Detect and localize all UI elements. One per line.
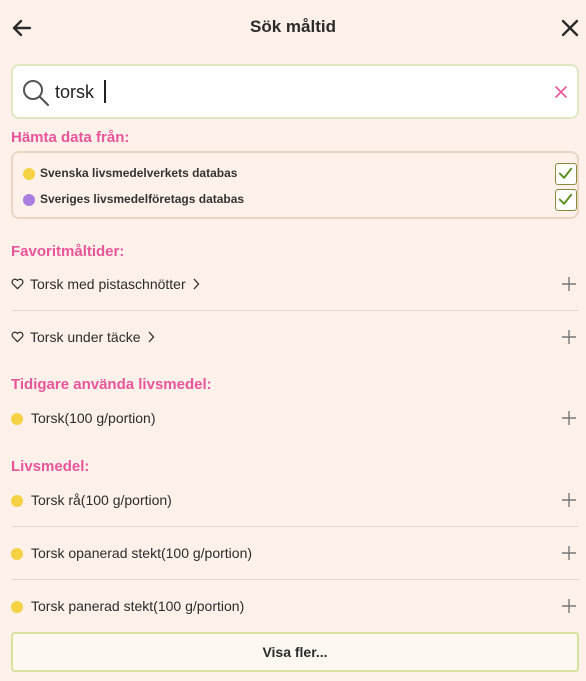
header: Sök måltid bbox=[0, 0, 586, 56]
yellow-dot-icon bbox=[11, 601, 23, 613]
page-title: Sök måltid bbox=[250, 17, 336, 36]
add-plus-icon[interactable] bbox=[562, 411, 576, 425]
show-more-button[interactable]: Visa fler... bbox=[11, 632, 579, 672]
yellow-dot-icon bbox=[11, 413, 23, 425]
recent-food-item[interactable]: Torsk(100 g/portion) bbox=[11, 393, 579, 445]
food-label[interactable]: Torsk opanerad stekt(100 g/portion) bbox=[31, 545, 252, 561]
favorite-label[interactable]: Torsk med pistaschnötter bbox=[30, 276, 200, 292]
search-input[interactable] bbox=[55, 76, 535, 108]
add-plus-icon[interactable] bbox=[562, 493, 576, 507]
purple-dot-icon bbox=[23, 194, 35, 206]
yellow-dot-icon bbox=[23, 168, 35, 180]
recent-food-label[interactable]: Torsk(100 g/portion) bbox=[31, 410, 156, 426]
source-checkbox-slv[interactable] bbox=[555, 163, 577, 185]
search-icon bbox=[23, 80, 50, 107]
search-bar bbox=[11, 64, 579, 119]
favorite-label-text: Torsk med pistaschnötter bbox=[30, 276, 186, 292]
food-item[interactable]: Torsk opanerad stekt(100 g/portion) bbox=[11, 528, 579, 580]
text-caret bbox=[104, 80, 106, 103]
heart-icon[interactable] bbox=[11, 278, 24, 290]
source-item-companies: Sveriges livsmedelföretags databas bbox=[23, 189, 577, 211]
close-icon[interactable] bbox=[558, 16, 582, 40]
source-item-slv: Svenska livsmedelverkets databas bbox=[23, 163, 577, 185]
chevron-right-icon bbox=[148, 331, 154, 343]
favorites-heading: Favoritmåltider: bbox=[11, 243, 125, 260]
favorite-item[interactable]: Torsk under täcke bbox=[11, 312, 579, 364]
food-label[interactable]: Torsk panerad stekt(100 g/portion) bbox=[31, 598, 244, 614]
sources-heading: Hämta data från: bbox=[11, 129, 130, 146]
food-label[interactable]: Torsk rå(100 g/portion) bbox=[31, 492, 172, 508]
clear-search-icon[interactable] bbox=[553, 84, 569, 100]
favorite-label[interactable]: Torsk under täcke bbox=[30, 329, 155, 345]
checkmark-icon bbox=[558, 193, 573, 205]
source-checkbox-companies[interactable] bbox=[555, 189, 577, 211]
add-plus-icon[interactable] bbox=[562, 330, 576, 344]
source-box: Svenska livsmedelverkets databas Sverige… bbox=[11, 151, 579, 219]
add-plus-icon[interactable] bbox=[562, 546, 576, 560]
food-item[interactable]: Torsk panerad stekt(100 g/portion) bbox=[11, 581, 579, 633]
yellow-dot-icon bbox=[11, 548, 23, 560]
chevron-right-icon bbox=[193, 278, 199, 290]
heart-icon[interactable] bbox=[11, 331, 24, 343]
recent-heading: Tidigare använda livsmedel: bbox=[11, 376, 212, 393]
favorite-item[interactable]: Torsk med pistaschnötter bbox=[11, 259, 579, 311]
add-plus-icon[interactable] bbox=[562, 277, 576, 291]
source-label: Sveriges livsmedelföretags databas bbox=[40, 192, 245, 206]
food-item[interactable]: Torsk rå(100 g/portion) bbox=[11, 475, 579, 527]
foods-heading: Livsmedel: bbox=[11, 458, 90, 475]
favorite-label-text: Torsk under täcke bbox=[30, 329, 141, 345]
source-label: Svenska livsmedelverkets databas bbox=[40, 166, 238, 180]
add-plus-icon[interactable] bbox=[562, 599, 576, 613]
checkmark-icon bbox=[558, 167, 573, 179]
yellow-dot-icon bbox=[11, 495, 23, 507]
